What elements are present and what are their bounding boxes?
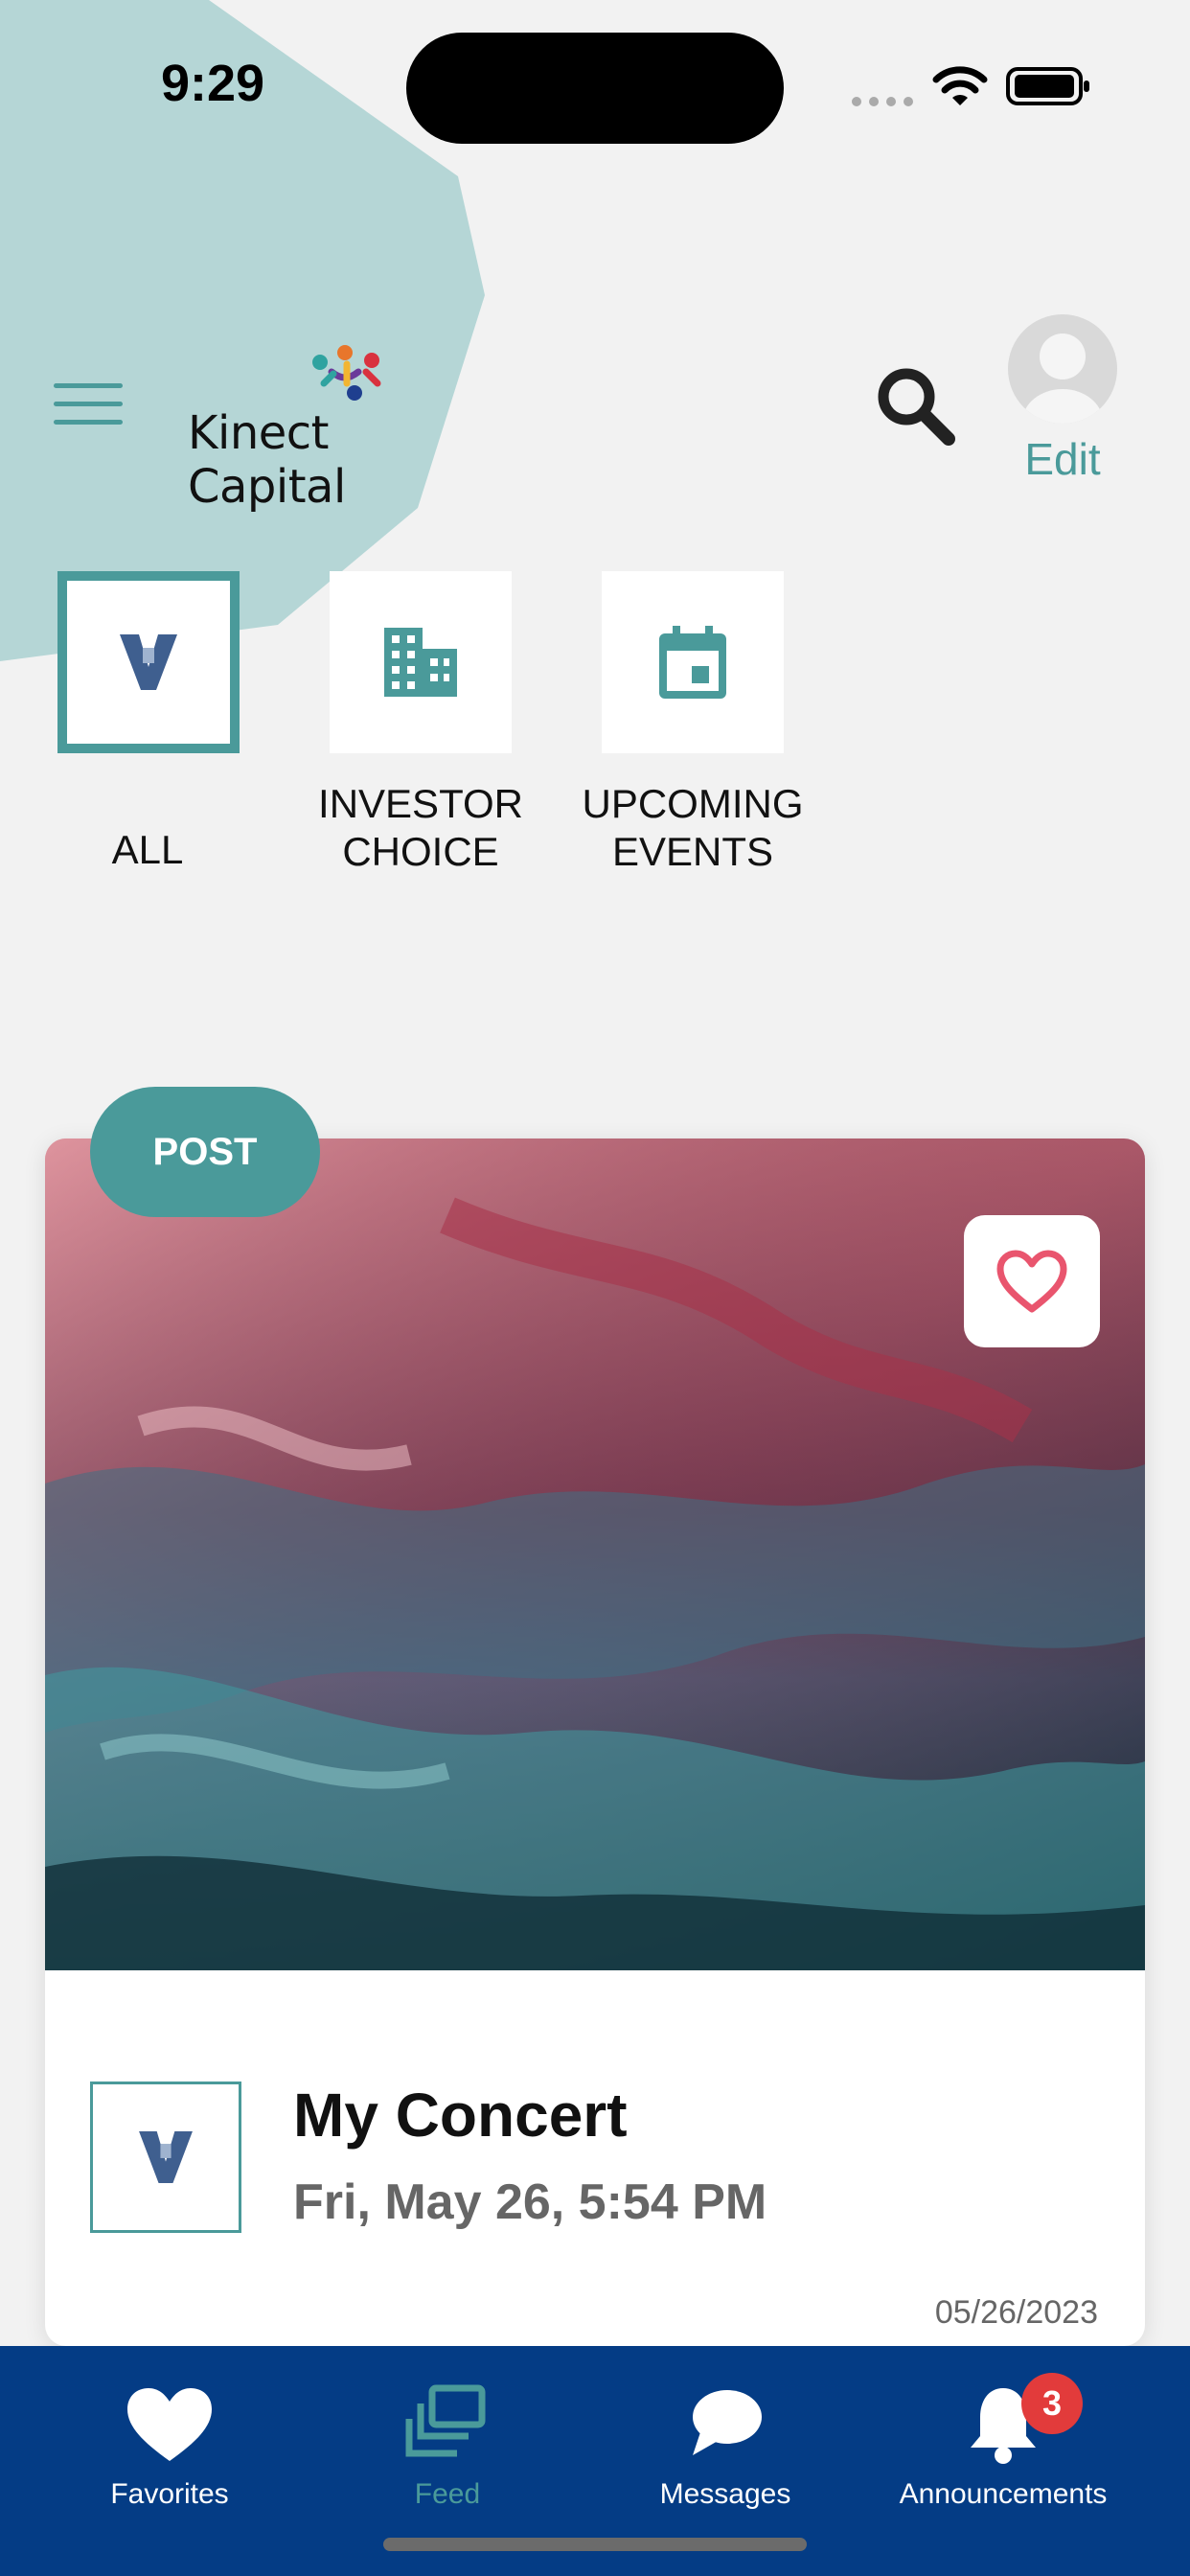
tab-messages[interactable]: Messages [586,2346,864,2538]
tab-feed[interactable]: Feed [309,2346,586,2538]
category-investor-choice[interactable] [330,571,512,753]
status-time: 9:29 [161,55,265,112]
search-icon[interactable] [872,362,958,448]
card-title: My Concert [293,2081,628,2150]
card-timestamp: 05/26/2023 [934,2294,1098,2331]
tab-label-favorites: Favorites [110,2478,229,2510]
brand-name: Kinect Capital [188,406,346,514]
tab-label-messages: Messages [659,2478,791,2510]
category-label-upcoming-events: UPCOMING EVENTS [582,781,804,874]
heart-icon [127,2388,212,2461]
chat-bubble-icon [693,2390,762,2455]
card-date: Fri, May 26, 5:54 PM [293,2174,767,2230]
avatar[interactable] [1008,314,1117,424]
tab-favorites[interactable]: Favorites [31,2346,309,2538]
post-badge: POST [90,1087,320,1217]
tab-announcements[interactable]: Announcements [864,2346,1142,2538]
user-placeholder-icon [1022,334,1103,424]
tab-label-feed: Feed [414,2478,481,2510]
kinect-logo-icon [312,345,381,401]
v-logo-icon [120,634,177,690]
feed-icon [405,2384,486,2457]
edit-profile-link[interactable]: Edit [993,433,1133,485]
calendar-icon [659,626,726,699]
category-label-all: ALL [111,827,184,872]
hamburger-menu-icon[interactable] [54,383,123,426]
battery-icon [1006,67,1089,105]
dynamic-island [406,33,784,144]
tab-label-announcements: Announcements [899,2478,1108,2510]
category-upcoming-events[interactable] [602,571,784,753]
category-all[interactable] [57,571,240,753]
building-icon [384,628,457,697]
v-logo-icon [139,2131,193,2183]
heart-outline-icon [996,1250,1067,1313]
wifi-icon [932,66,988,105]
announcements-count-badge: 3 [1021,2373,1083,2434]
card-author-logo [90,2082,241,2233]
brand-logo: Kinect Capital [188,343,494,514]
favorite-button[interactable] [964,1215,1100,1347]
cellular-signal-icon [852,97,913,106]
home-indicator[interactable] [383,2538,807,2551]
category-label-investor-choice: INVESTOR CHOICE [318,781,523,874]
